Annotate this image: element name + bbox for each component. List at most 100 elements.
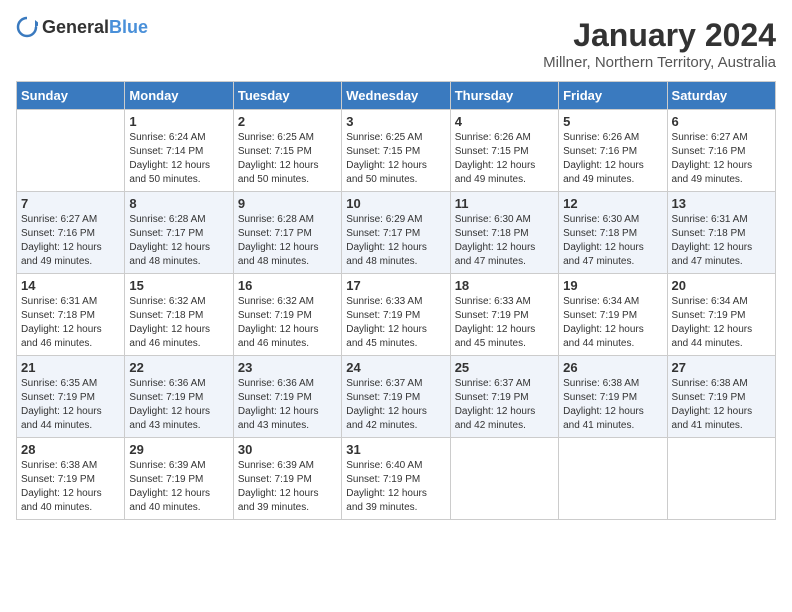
calendar-week-row: 21 Sunrise: 6:35 AMSunset: 7:19 PMDayligh… bbox=[17, 356, 776, 438]
header-thursday: Thursday bbox=[450, 82, 558, 110]
calendar-cell: 11 Sunrise: 6:30 AMSunset: 7:18 PMDayligh… bbox=[450, 192, 558, 274]
calendar-cell: 10 Sunrise: 6:29 AMSunset: 7:17 PMDayligh… bbox=[342, 192, 450, 274]
day-number: 23 bbox=[238, 360, 337, 375]
day-number: 11 bbox=[455, 196, 554, 211]
calendar-title: January 2024 bbox=[543, 16, 776, 54]
calendar-cell: 29Sunrise: 6:39 AMSunset: 7:19 PMDayligh… bbox=[125, 438, 233, 520]
day-number: 19 bbox=[563, 278, 662, 293]
page-header: GeneralBlue January 2024 Millner, Northe… bbox=[16, 16, 776, 71]
calendar-cell: 13Sunrise: 6:31 AMSunset: 7:18 PMDayligh… bbox=[667, 192, 775, 274]
day-info: Sunrise: 6:33 AMSunset: 7:19 PMDaylight:… bbox=[346, 295, 445, 351]
calendar-cell: 12 Sunrise: 6:30 AMSunset: 7:18 PMDayligh… bbox=[559, 192, 667, 274]
day-info: Sunrise: 6:26 AMSunset: 7:16 PMDaylight:… bbox=[563, 131, 662, 187]
day-info: Sunrise: 6:40 AMSunset: 7:19 PMDaylight:… bbox=[346, 459, 445, 515]
day-number: 27 bbox=[672, 360, 771, 375]
calendar-cell: 3Sunrise: 6:25 AMSunset: 7:15 PMDaylight… bbox=[342, 110, 450, 192]
calendar-cell: 22 Sunrise: 6:36 AMSunset: 7:19 PMDayligh… bbox=[125, 356, 233, 438]
calendar-cell: 14 Sunrise: 6:31 AMSunset: 7:18 PMDayligh… bbox=[17, 274, 125, 356]
header-friday: Friday bbox=[559, 82, 667, 110]
day-info: Sunrise: 6:37 AMSunset: 7:19 PMDaylight:… bbox=[455, 377, 554, 433]
calendar-cell: 9 Sunrise: 6:28 AMSunset: 7:17 PMDaylight… bbox=[233, 192, 341, 274]
day-number: 15 bbox=[129, 278, 228, 293]
calendar-week-row: 28Sunrise: 6:38 AMSunset: 7:19 PMDayligh… bbox=[17, 438, 776, 520]
day-number: 21 bbox=[21, 360, 120, 375]
calendar-cell: 2 Sunrise: 6:25 AMSunset: 7:15 PMDaylight… bbox=[233, 110, 341, 192]
calendar-header-row: SundayMondayTuesdayWednesdayThursdayFrid… bbox=[17, 82, 776, 110]
day-info: Sunrise: 6:26 AMSunset: 7:15 PMDaylight:… bbox=[455, 131, 554, 187]
day-number: 28 bbox=[21, 442, 120, 457]
day-info: Sunrise: 6:36 AMSunset: 7:19 PMDaylight:… bbox=[238, 377, 337, 433]
day-number: 17 bbox=[346, 278, 445, 293]
calendar-cell: 21 Sunrise: 6:35 AMSunset: 7:19 PMDayligh… bbox=[17, 356, 125, 438]
logo: GeneralBlue bbox=[16, 16, 148, 38]
calendar-cell: 18Sunrise: 6:33 AMSunset: 7:19 PMDayligh… bbox=[450, 274, 558, 356]
day-number: 9 bbox=[238, 196, 337, 211]
day-info: Sunrise: 6:30 AMSunset: 7:18 PMDaylight:… bbox=[563, 213, 662, 269]
day-number: 24 bbox=[346, 360, 445, 375]
day-info: Sunrise: 6:25 AMSunset: 7:15 PMDaylight:… bbox=[238, 131, 337, 187]
title-block: January 2024 Millner, Northern Territory… bbox=[543, 16, 776, 71]
day-number: 25 bbox=[455, 360, 554, 375]
day-number: 31 bbox=[346, 442, 445, 457]
calendar-cell: 27 Sunrise: 6:38 AMSunset: 7:19 PMDayligh… bbox=[667, 356, 775, 438]
calendar-cell: 31 Sunrise: 6:40 AMSunset: 7:19 PMDayligh… bbox=[342, 438, 450, 520]
calendar-cell: 23 Sunrise: 6:36 AMSunset: 7:19 PMDayligh… bbox=[233, 356, 341, 438]
day-number: 5 bbox=[563, 114, 662, 129]
calendar-cell: 19Sunrise: 6:34 AMSunset: 7:19 PMDayligh… bbox=[559, 274, 667, 356]
calendar-cell: 17 Sunrise: 6:33 AMSunset: 7:19 PMDayligh… bbox=[342, 274, 450, 356]
day-info: Sunrise: 6:29 AMSunset: 7:17 PMDaylight:… bbox=[346, 213, 445, 269]
day-info: Sunrise: 6:38 AMSunset: 7:19 PMDaylight:… bbox=[672, 377, 771, 433]
day-info: Sunrise: 6:37 AMSunset: 7:19 PMDaylight:… bbox=[346, 377, 445, 433]
day-number: 30 bbox=[238, 442, 337, 457]
day-number: 13 bbox=[672, 196, 771, 211]
day-info: Sunrise: 6:32 AMSunset: 7:19 PMDaylight:… bbox=[238, 295, 337, 351]
day-info: Sunrise: 6:39 AMSunset: 7:19 PMDaylight:… bbox=[238, 459, 337, 515]
day-info: Sunrise: 6:34 AMSunset: 7:19 PMDaylight:… bbox=[672, 295, 771, 351]
header-saturday: Saturday bbox=[667, 82, 775, 110]
calendar-cell bbox=[667, 438, 775, 520]
day-number: 10 bbox=[346, 196, 445, 211]
logo-icon bbox=[16, 16, 38, 38]
day-number: 14 bbox=[21, 278, 120, 293]
calendar-week-row: 7 Sunrise: 6:27 AMSunset: 7:16 PMDaylight… bbox=[17, 192, 776, 274]
calendar-cell: 20 Sunrise: 6:34 AMSunset: 7:19 PMDayligh… bbox=[667, 274, 775, 356]
day-number: 12 bbox=[563, 196, 662, 211]
calendar-cell: 16 Sunrise: 6:32 AMSunset: 7:19 PMDayligh… bbox=[233, 274, 341, 356]
calendar-cell: 5 Sunrise: 6:26 AMSunset: 7:16 PMDaylight… bbox=[559, 110, 667, 192]
calendar-cell: 15 Sunrise: 6:32 AMSunset: 7:18 PMDayligh… bbox=[125, 274, 233, 356]
day-info: Sunrise: 6:35 AMSunset: 7:19 PMDaylight:… bbox=[21, 377, 120, 433]
day-number: 4 bbox=[455, 114, 554, 129]
day-number: 8 bbox=[129, 196, 228, 211]
day-info: Sunrise: 6:30 AMSunset: 7:18 PMDaylight:… bbox=[455, 213, 554, 269]
logo-general: GeneralBlue bbox=[42, 17, 148, 38]
day-number: 22 bbox=[129, 360, 228, 375]
day-info: Sunrise: 6:36 AMSunset: 7:19 PMDaylight:… bbox=[129, 377, 228, 433]
day-number: 3 bbox=[346, 114, 445, 129]
day-info: Sunrise: 6:27 AMSunset: 7:16 PMDaylight:… bbox=[21, 213, 120, 269]
header-tuesday: Tuesday bbox=[233, 82, 341, 110]
day-info: Sunrise: 6:28 AMSunset: 7:17 PMDaylight:… bbox=[238, 213, 337, 269]
day-number: 6 bbox=[672, 114, 771, 129]
calendar-cell: 1 Sunrise: 6:24 AMSunset: 7:14 PMDaylight… bbox=[125, 110, 233, 192]
day-number: 2 bbox=[238, 114, 337, 129]
day-number: 16 bbox=[238, 278, 337, 293]
calendar-cell bbox=[17, 110, 125, 192]
calendar-cell bbox=[450, 438, 558, 520]
calendar-week-row: 1 Sunrise: 6:24 AMSunset: 7:14 PMDaylight… bbox=[17, 110, 776, 192]
day-number: 7 bbox=[21, 196, 120, 211]
day-number: 20 bbox=[672, 278, 771, 293]
day-info: Sunrise: 6:31 AMSunset: 7:18 PMDaylight:… bbox=[21, 295, 120, 351]
calendar-cell: 7 Sunrise: 6:27 AMSunset: 7:16 PMDaylight… bbox=[17, 192, 125, 274]
calendar-cell bbox=[559, 438, 667, 520]
calendar-cell: 30 Sunrise: 6:39 AMSunset: 7:19 PMDayligh… bbox=[233, 438, 341, 520]
day-number: 18 bbox=[455, 278, 554, 293]
day-number: 26 bbox=[563, 360, 662, 375]
calendar-table: SundayMondayTuesdayWednesdayThursdayFrid… bbox=[16, 81, 776, 520]
calendar-cell: 6Sunrise: 6:27 AMSunset: 7:16 PMDaylight… bbox=[667, 110, 775, 192]
day-info: Sunrise: 6:24 AMSunset: 7:14 PMDaylight:… bbox=[129, 131, 228, 187]
header-sunday: Sunday bbox=[17, 82, 125, 110]
calendar-cell: 26Sunrise: 6:38 AMSunset: 7:19 PMDayligh… bbox=[559, 356, 667, 438]
day-info: Sunrise: 6:32 AMSunset: 7:18 PMDaylight:… bbox=[129, 295, 228, 351]
day-info: Sunrise: 6:39 AMSunset: 7:19 PMDaylight:… bbox=[129, 459, 228, 515]
day-number: 1 bbox=[129, 114, 228, 129]
